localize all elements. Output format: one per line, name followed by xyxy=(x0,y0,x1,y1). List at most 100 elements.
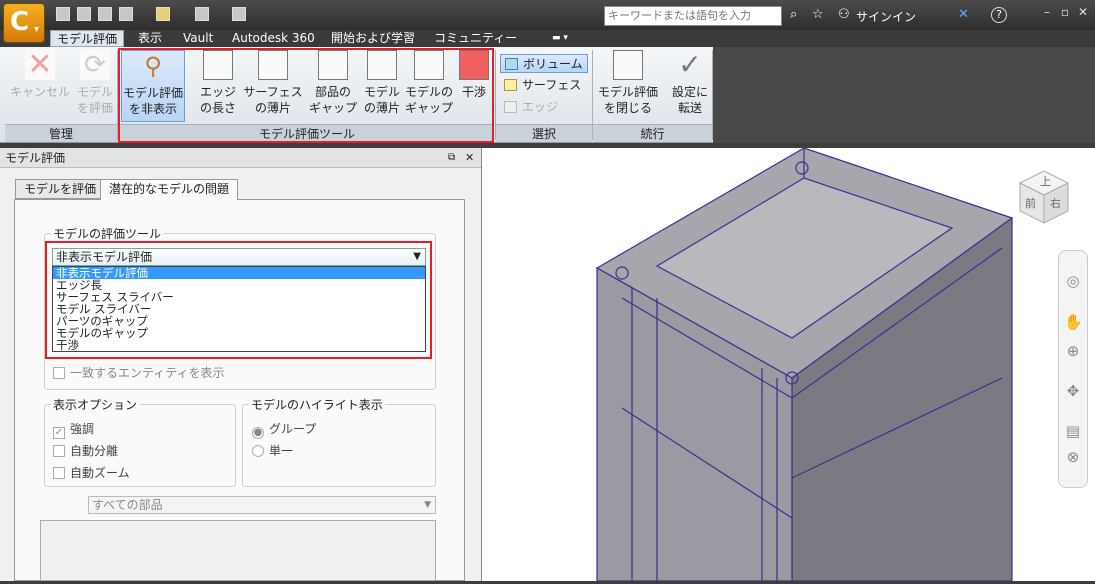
user-icon[interactable]: ⚇ xyxy=(838,7,850,22)
close-icon[interactable]: ✕ xyxy=(1075,5,1091,21)
checkmark-icon: ✓ xyxy=(53,427,65,439)
save-icon[interactable] xyxy=(98,7,112,21)
ribbon-separator xyxy=(712,50,713,140)
steering-wheel-icon[interactable]: ◎ xyxy=(1064,272,1082,290)
evaluate-model-button[interactable]: ⟳ モデルを評価 xyxy=(74,50,116,122)
volume-label: ボリューム xyxy=(523,57,583,71)
close-evaluation-icon xyxy=(613,50,643,80)
tab-model-evaluation[interactable]: モデル評価 xyxy=(50,30,125,47)
signin-link[interactable]: サインイン xyxy=(856,8,916,25)
tab-getting-started[interactable]: 開始および学習 xyxy=(325,30,421,47)
select-volume-option[interactable]: ボリューム xyxy=(500,54,588,73)
graphics-viewport[interactable] xyxy=(481,147,1095,582)
search-input[interactable] xyxy=(604,6,782,26)
surface-icon xyxy=(504,79,517,91)
open-folder-icon[interactable] xyxy=(77,7,91,21)
viewcube[interactable]: 上 前 右 xyxy=(1012,165,1076,229)
help-icon[interactable]: ? xyxy=(991,7,1007,23)
close-evaluation-label-1: モデル評価 xyxy=(597,85,658,99)
highlight-group-radio[interactable]: ● グループ xyxy=(252,420,316,439)
zoom-icon[interactable]: ⊕ xyxy=(1064,342,1082,360)
save-as-icon[interactable] xyxy=(119,7,133,21)
app-logo-letter: C xyxy=(10,7,30,37)
free-orbit-icon[interactable]: ⊗ xyxy=(1064,448,1082,466)
tab-evaluate-model[interactable]: モデルを評価 xyxy=(15,179,106,199)
auto-isolate-checkbox[interactable]: 自動分離 xyxy=(53,442,118,459)
tab-vault[interactable]: Vault xyxy=(177,30,219,47)
highlight-box-dropdown xyxy=(45,241,432,359)
group-continue: 続行 xyxy=(593,124,712,142)
close-model-evaluation-button[interactable]: モデル評価 を閉じる xyxy=(596,50,660,122)
parts-select-value: すべての部品 xyxy=(92,498,163,512)
ribbon-display-toggle-icon[interactable]: ▬ ▾ xyxy=(546,30,574,47)
edge-icon xyxy=(504,101,517,113)
group-label: グループ xyxy=(269,422,317,436)
radio-icon xyxy=(252,445,264,457)
highlight-box-tools xyxy=(118,48,494,143)
checkmark-icon: ✓ xyxy=(678,48,702,81)
properties-icon[interactable] xyxy=(232,7,246,21)
cancel-button[interactable]: ✕ キャンセル xyxy=(6,50,74,122)
panel-float-icon[interactable]: ⧉ xyxy=(448,152,455,163)
minimize-icon[interactable]: – xyxy=(1039,5,1055,21)
tab-view[interactable]: 表示 xyxy=(132,30,168,47)
select-edge-option[interactable]: エッジ xyxy=(500,98,588,117)
match-entities-label: 一致するエンティティを表示 xyxy=(70,366,225,380)
evaluate-model-label-2: を評価 xyxy=(76,101,113,115)
select-surface-option[interactable]: サーフェス xyxy=(500,76,588,95)
chevron-down-icon[interactable]: ▾ xyxy=(34,24,39,35)
evaluate-model-label-1: モデル xyxy=(76,85,113,99)
volume-icon xyxy=(505,58,518,70)
group-manage: 管理 xyxy=(5,124,117,142)
exchange-icon[interactable]: ✕ xyxy=(958,7,969,22)
radio-selected-icon: ● xyxy=(252,427,264,439)
edge-label: エッジ xyxy=(522,100,559,114)
ribbon-empty-area xyxy=(713,47,1095,143)
model-render xyxy=(595,147,1014,582)
highlight-single-radio[interactable]: 単一 xyxy=(252,442,293,459)
view-cube-icon[interactable] xyxy=(195,7,209,21)
highlight-legend: モデルのハイライト表示 xyxy=(251,398,383,412)
orbit-icon[interactable]: ✥ xyxy=(1064,382,1082,400)
emphasize-label: 強調 xyxy=(70,422,95,436)
panel-title: モデル評価 xyxy=(0,148,481,168)
look-at-icon[interactable]: ▤ xyxy=(1064,422,1082,440)
tab-community[interactable]: コミュニティー xyxy=(428,30,523,47)
star-icon[interactable]: ☆ xyxy=(812,7,824,22)
group-selection: 選択 xyxy=(496,124,592,142)
restore-icon[interactable]: ▫ xyxy=(1057,5,1073,21)
checkbox-box xyxy=(53,445,65,457)
chevron-down-icon[interactable]: ▼ xyxy=(424,497,431,513)
auto-zoom-checkbox[interactable]: 自動ズーム xyxy=(53,464,130,481)
new-file-icon[interactable] xyxy=(56,7,70,21)
auto-zoom-label: 自動ズーム xyxy=(70,466,130,480)
transfer-to-settings-button[interactable]: ✓ 設定に転送 xyxy=(668,50,712,122)
viewcube-top-label: 上 xyxy=(1040,175,1051,188)
application-menu-button[interactable]: C ▾ xyxy=(3,3,45,43)
cancel-x-icon: ✕ xyxy=(25,50,55,80)
material-icon[interactable] xyxy=(156,7,170,21)
checkbox-box xyxy=(53,367,65,379)
close-evaluation-label-2: を閉じる xyxy=(603,101,652,115)
viewcube-front-label: 前 xyxy=(1025,196,1036,210)
binoculars-icon[interactable]: ⌕ xyxy=(790,7,797,22)
transfer-label-2: 転送 xyxy=(677,101,702,115)
issues-list[interactable] xyxy=(40,520,436,581)
tab-potential-issues[interactable]: 潜在的なモデルの問題 xyxy=(100,179,239,200)
match-entities-checkbox[interactable]: 一致するエンティティを表示 xyxy=(53,364,225,381)
evaluation-tool-legend: モデルの評価ツール xyxy=(53,227,162,241)
checkbox-box xyxy=(53,467,65,479)
cancel-label: キャンセル xyxy=(9,85,70,99)
display-options-legend: 表示オプション xyxy=(53,398,138,412)
viewcube-right-label: 右 xyxy=(1050,196,1061,210)
auto-isolate-label: 自動分離 xyxy=(70,444,119,458)
single-label: 単一 xyxy=(269,444,294,458)
parts-select[interactable]: すべての部品 ▼ xyxy=(88,496,436,514)
refresh-icon: ⟳ xyxy=(80,50,110,80)
transfer-label-1: 設定に xyxy=(671,85,708,99)
tab-autodesk-360[interactable]: Autodesk 360 xyxy=(226,30,321,47)
emphasize-checkbox[interactable]: ✓ 強調 xyxy=(53,420,94,439)
surface-label: サーフェス xyxy=(522,78,582,92)
panel-close-icon[interactable]: ✕ xyxy=(465,151,474,164)
pan-hand-icon[interactable]: ✋ xyxy=(1064,313,1083,331)
